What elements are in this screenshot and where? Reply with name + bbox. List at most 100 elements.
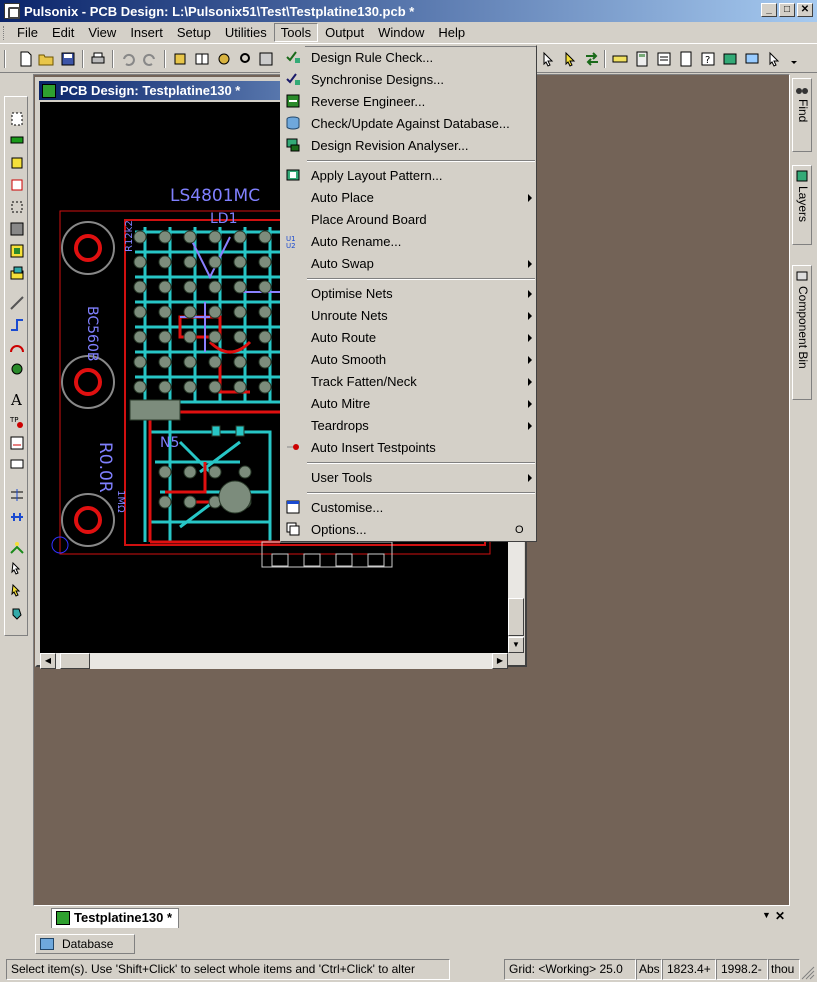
menu-auto-rename[interactable]: Auto Rename... xyxy=(311,231,401,253)
scroll-down-button[interactable]: ▼ xyxy=(508,637,524,653)
menu-synchronise-designs[interactable]: Synchronise Designs... xyxy=(311,69,444,91)
menu-user-tools[interactable]: User Tools xyxy=(311,467,372,489)
measure-icon[interactable] xyxy=(9,509,25,525)
menu-design-rule-check[interactable]: Design Rule Check... xyxy=(311,47,433,69)
dock-component-bin[interactable]: Component Bin xyxy=(792,265,812,400)
vertical-scroll-thumb[interactable] xyxy=(508,598,524,636)
area-select-icon[interactable] xyxy=(9,199,25,215)
properties-icon[interactable] xyxy=(656,51,672,67)
display-icon[interactable] xyxy=(744,51,760,67)
tool-icon-a[interactable] xyxy=(258,51,274,67)
resize-grip-icon[interactable] xyxy=(801,966,815,980)
close-button[interactable]: ✕ xyxy=(797,3,813,17)
comment-icon[interactable] xyxy=(9,457,25,473)
menu-output[interactable]: Output xyxy=(318,23,371,42)
insert-pad-icon[interactable] xyxy=(9,155,25,171)
calculator-icon[interactable] xyxy=(634,51,650,67)
app-icon[interactable] xyxy=(4,3,20,19)
menu-reverse-engineer[interactable]: Reverse Engineer... xyxy=(311,91,425,113)
horizontal-scroll-thumb[interactable] xyxy=(60,653,90,669)
cut-icon[interactable] xyxy=(172,51,188,67)
template-icon[interactable] xyxy=(9,221,25,237)
query-icon[interactable]: ? xyxy=(700,51,716,67)
route-select-icon[interactable] xyxy=(9,561,25,577)
menu-apply-layout-pattern[interactable]: Apply Layout Pattern... xyxy=(311,165,443,187)
menu-auto-place[interactable]: Auto Place xyxy=(311,187,374,209)
menu-design-revision-analyser[interactable]: Design Revision Analyser... xyxy=(311,135,469,157)
menu-setup[interactable]: Setup xyxy=(170,23,218,42)
route-select-alt-icon[interactable] xyxy=(9,583,25,599)
menu-teardrops[interactable]: Teardrops xyxy=(311,415,369,437)
add-track-icon[interactable] xyxy=(9,295,25,311)
status-grid[interactable]: Grid: <Working> 25.0 xyxy=(504,959,636,980)
toolbar-overflow-icon[interactable] xyxy=(786,51,802,67)
menu-utilities[interactable]: Utilities xyxy=(218,23,274,42)
select-component-icon[interactable] xyxy=(9,111,25,127)
align-icon[interactable] xyxy=(9,487,25,503)
menu-auto-insert-testpoints[interactable]: Auto Insert Testpoints xyxy=(311,437,436,459)
find-tool-icon[interactable] xyxy=(238,51,254,67)
ruler-icon[interactable] xyxy=(612,51,628,67)
via-icon[interactable] xyxy=(9,361,25,377)
menu-tools[interactable]: Tools xyxy=(273,23,319,42)
menu-track-fatten-neck[interactable]: Track Fatten/Neck xyxy=(311,371,417,393)
menu-auto-swap[interactable]: Auto Swap xyxy=(311,253,374,275)
swap-icon[interactable] xyxy=(584,51,600,67)
library-book-icon[interactable] xyxy=(194,51,210,67)
testpoint-tool-icon[interactable]: TP xyxy=(9,413,25,429)
redo-icon[interactable] xyxy=(142,51,158,67)
database-tab[interactable]: Database xyxy=(35,934,135,954)
dimension-icon[interactable] xyxy=(9,435,25,451)
tab-scroll-icon[interactable]: ▼ xyxy=(762,910,771,920)
report-icon[interactable] xyxy=(678,51,694,67)
pcb-horizontal-scrollbar[interactable]: ◀ ▶ xyxy=(40,653,508,669)
maximize-button[interactable]: □ xyxy=(779,3,795,17)
status-units[interactable]: thou xyxy=(768,959,800,980)
layer-icon[interactable] xyxy=(722,51,738,67)
insert-shape-icon[interactable] xyxy=(9,177,25,193)
dock-layers[interactable]: Layers xyxy=(792,165,812,245)
new-file-icon[interactable] xyxy=(18,51,34,67)
menubar-grip[interactable] xyxy=(3,25,6,40)
arc-icon[interactable] xyxy=(9,339,25,355)
tab-testplatine130[interactable]: Testplatine130 * xyxy=(51,908,180,928)
menu-auto-route[interactable]: Auto Route xyxy=(311,327,376,349)
menu-customise[interactable]: Customise... xyxy=(311,497,383,519)
scroll-right-button[interactable]: ▶ xyxy=(492,653,508,669)
pour-icon[interactable] xyxy=(9,265,25,281)
status-abs-mode[interactable]: Abs xyxy=(636,959,662,980)
menu-options[interactable]: Options... xyxy=(311,519,367,541)
menu-help[interactable]: Help xyxy=(431,23,472,42)
menu-file[interactable]: File xyxy=(10,23,45,42)
close-doc-button[interactable]: ✕ xyxy=(775,909,785,923)
menu-auto-mitre[interactable]: Auto Mitre xyxy=(311,393,370,415)
fill-icon[interactable] xyxy=(9,605,25,621)
save-icon[interactable] xyxy=(60,51,76,67)
text-icon[interactable]: A xyxy=(9,391,25,407)
menu-place-around-board[interactable]: Place Around Board xyxy=(311,209,427,231)
place-component-icon[interactable] xyxy=(9,133,25,149)
minimize-button[interactable]: _ xyxy=(761,3,777,17)
copper-area-icon[interactable] xyxy=(9,243,25,259)
menu-optimise-nets[interactable]: Optimise Nets xyxy=(311,283,393,305)
menu-unroute-nets[interactable]: Unroute Nets xyxy=(311,305,388,327)
print-icon[interactable] xyxy=(90,51,106,67)
menu-edit[interactable]: Edit xyxy=(45,23,81,42)
toolbar-grip[interactable] xyxy=(4,50,6,68)
undo-icon[interactable] xyxy=(120,51,136,67)
rename-icon: U1U2 xyxy=(286,235,296,249)
select-arrow-icon[interactable] xyxy=(540,51,556,67)
component-icon[interactable] xyxy=(216,51,232,67)
menu-auto-smooth[interactable]: Auto Smooth xyxy=(311,349,386,371)
menu-view[interactable]: View xyxy=(81,23,123,42)
open-folder-icon[interactable] xyxy=(38,51,54,67)
help-pointer-icon[interactable] xyxy=(766,51,782,67)
add-route-icon[interactable] xyxy=(9,317,25,333)
dock-find[interactable]: Find xyxy=(792,78,812,152)
route-net-icon[interactable] xyxy=(9,539,25,555)
scroll-left-button[interactable]: ◀ xyxy=(40,653,56,669)
menu-insert[interactable]: Insert xyxy=(123,23,170,42)
menu-window[interactable]: Window xyxy=(371,23,431,42)
menu-check-update-database[interactable]: Check/Update Against Database... xyxy=(311,113,510,135)
select-yellow-icon[interactable] xyxy=(562,51,578,67)
